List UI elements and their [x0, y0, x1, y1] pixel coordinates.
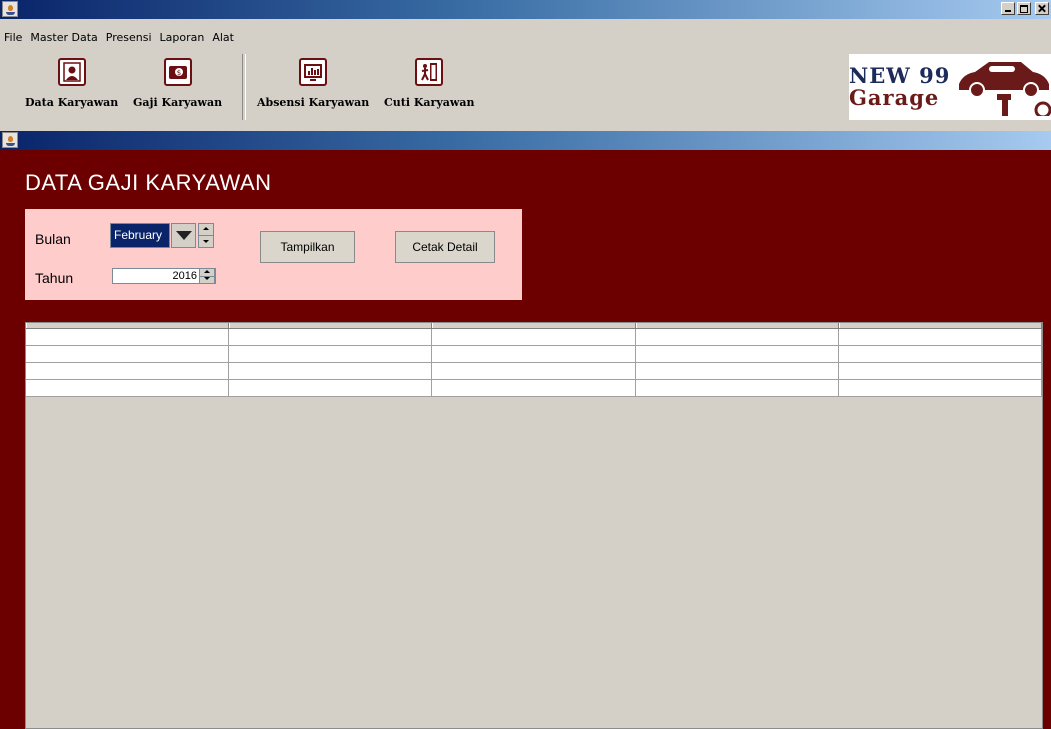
spinner-up-icon[interactable]: [199, 224, 213, 236]
cuti-karyawan-label: Cuti Karyawan: [384, 96, 475, 109]
bulan-selected-value[interactable]: February: [110, 223, 170, 248]
table-header-cell[interactable]: [838, 323, 1043, 328]
table-cell[interactable]: [26, 329, 230, 346]
table-cell[interactable]: [635, 380, 839, 397]
table-cell[interactable]: [838, 329, 1043, 346]
attendance-icon: [299, 58, 328, 86]
table-cell[interactable]: [26, 363, 230, 380]
table-row[interactable]: [26, 346, 1043, 363]
logo-line2: Garage: [849, 85, 940, 110]
gaji-karyawan-label: Gaji Karyawan: [133, 96, 223, 109]
gaji-karyawan-panel: DATA GAJI KARYAWAN Bulan February Tahun …: [0, 150, 1051, 729]
table-row[interactable]: [26, 329, 1043, 346]
gaji-karyawan-button[interactable]: $ Gaji Karyawan: [133, 58, 222, 109]
spinner-down-icon[interactable]: [199, 236, 213, 247]
toolbar-separator: [242, 54, 246, 120]
close-icon[interactable]: [1035, 2, 1049, 15]
window-controls: [1001, 2, 1049, 15]
table-cell[interactable]: [229, 380, 433, 397]
table-cell[interactable]: [838, 380, 1043, 397]
bulan-label: Bulan: [35, 231, 71, 247]
menu-alat[interactable]: Alat: [208, 30, 238, 46]
table-cell[interactable]: [635, 346, 839, 363]
car-lift-icon: [959, 62, 1051, 116]
logo-line1: NEW 99: [849, 63, 951, 88]
cuti-karyawan-button[interactable]: Cuti Karyawan: [384, 58, 474, 109]
table-cell[interactable]: [432, 329, 636, 346]
table-cell[interactable]: [838, 363, 1043, 380]
tahun-spinner[interactable]: 2016: [112, 268, 216, 284]
maximize-icon[interactable]: [1017, 2, 1031, 15]
menu-presensi[interactable]: Presensi: [102, 30, 156, 46]
filter-panel: Bulan February Tahun 2016 Tampilkan Ceta…: [25, 209, 522, 300]
tahun-value[interactable]: 2016: [173, 269, 197, 283]
table-cell[interactable]: [229, 363, 433, 380]
absensi-karyawan-button[interactable]: Absensi Karyawan: [257, 58, 369, 109]
page-title: DATA GAJI KARYAWAN: [25, 170, 272, 195]
absensi-karyawan-label: Absensi Karyawan: [257, 96, 370, 109]
tahun-spinner-buttons[interactable]: [199, 268, 215, 284]
table-cell[interactable]: [26, 380, 230, 397]
tampilkan-button[interactable]: Tampilkan: [260, 231, 355, 263]
minimize-icon[interactable]: [1001, 2, 1015, 15]
svg-text:$: $: [176, 69, 180, 77]
employee-icon: [57, 58, 86, 86]
tahun-label: Tahun: [35, 270, 74, 286]
table-cell[interactable]: [432, 380, 636, 397]
dropdown-arrow-icon[interactable]: [171, 223, 196, 248]
table-cell[interactable]: [635, 329, 839, 346]
menu-laporan[interactable]: Laporan: [156, 30, 209, 46]
table-header-cell[interactable]: [432, 323, 636, 328]
salary-icon: $: [163, 58, 192, 86]
bulan-combo[interactable]: February: [110, 223, 214, 248]
menubar: File Master Data Presensi Laporan Alat: [0, 30, 238, 46]
java-app-icon[interactable]: [2, 1, 18, 17]
garage-logo: NEW 99 Garage: [849, 54, 1051, 120]
window-titlebar[interactable]: [0, 0, 1051, 19]
table-cell[interactable]: [229, 346, 433, 363]
data-karyawan-button[interactable]: Data Karyawan: [25, 58, 118, 109]
table-header-cell[interactable]: [26, 323, 230, 328]
menu-file[interactable]: File: [0, 30, 26, 46]
table-row[interactable]: [26, 380, 1043, 397]
table-header-cell[interactable]: [635, 323, 839, 328]
cetak-detail-button[interactable]: Cetak Detail: [395, 231, 495, 263]
table-header-cell[interactable]: [229, 323, 433, 328]
data-karyawan-label: Data Karyawan: [25, 96, 119, 109]
menu-master-data[interactable]: Master Data: [26, 30, 101, 46]
table-cell[interactable]: [432, 346, 636, 363]
spinner-down-icon[interactable]: [200, 276, 214, 283]
table-cell[interactable]: [635, 363, 839, 380]
table-cell[interactable]: [838, 346, 1043, 363]
leave-exit-icon: [415, 58, 444, 86]
table-row[interactable]: [26, 363, 1043, 380]
internal-frame-titlebar[interactable]: [0, 131, 1051, 150]
internal-frame-icon[interactable]: [2, 132, 18, 148]
table-cell[interactable]: [26, 346, 230, 363]
table-cell[interactable]: [229, 329, 433, 346]
table-cell[interactable]: [432, 363, 636, 380]
bulan-spinner[interactable]: [198, 223, 214, 248]
gaji-table[interactable]: [25, 322, 1043, 729]
